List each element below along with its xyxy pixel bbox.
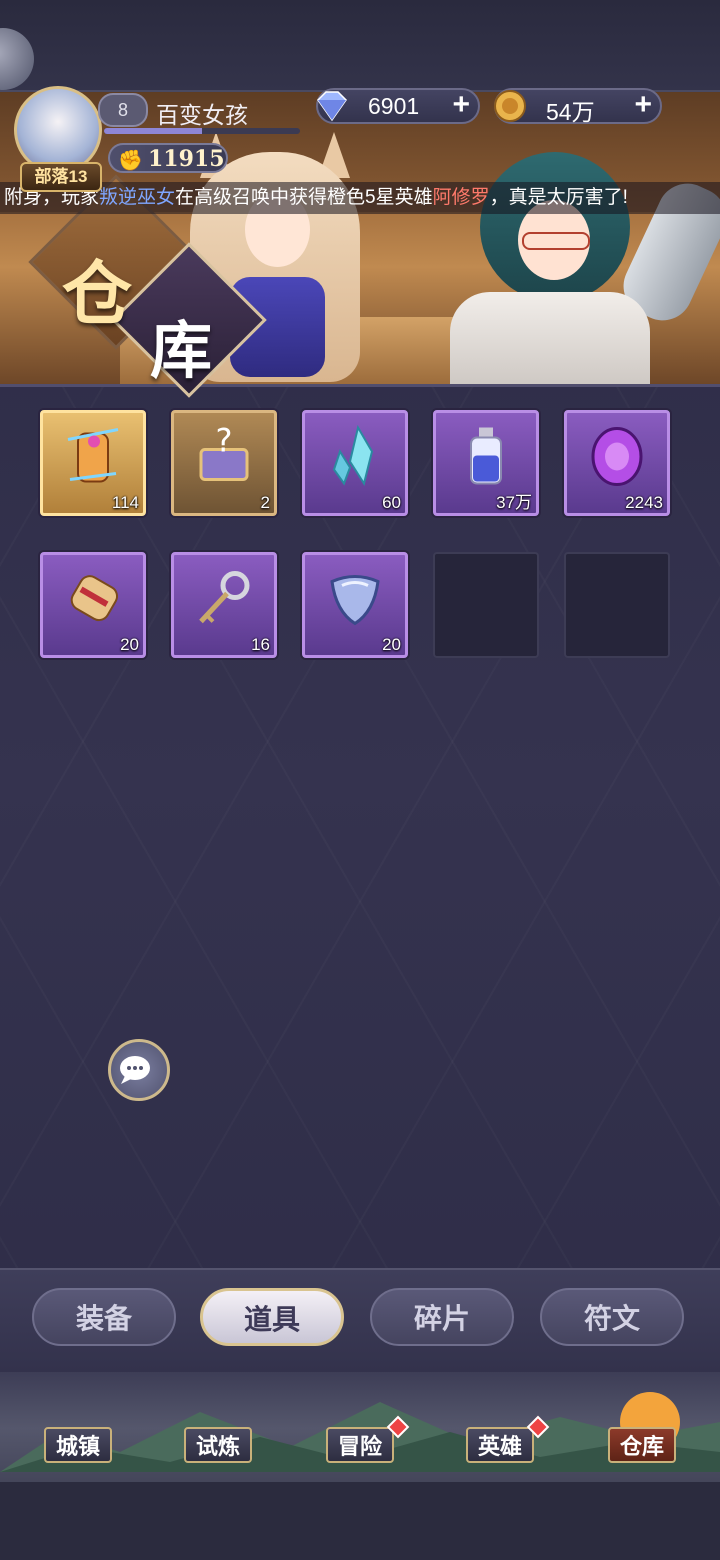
- item-count: 114: [111, 493, 139, 512]
- item-slot-purple-gem[interactable]: 2243: [564, 410, 670, 516]
- bottom-bar: [0, 1482, 720, 1560]
- tab-items[interactable]: 道具: [200, 1288, 344, 1346]
- key-icon: [189, 564, 259, 639]
- item-slot-crystal-shards[interactable]: 60: [302, 410, 408, 516]
- shield-stone-icon: [320, 564, 390, 639]
- marquee-middle: 在高级召唤中获得橙色5星英雄: [175, 187, 433, 208]
- item-slot-summon-scroll-common[interactable]: 20: [40, 552, 146, 658]
- xp-bar-fill: [104, 128, 202, 134]
- top-frame: [0, 0, 720, 92]
- xp-bar: [104, 128, 300, 134]
- item-count: 2: [260, 493, 270, 512]
- nav-adventure[interactable]: 冒险: [326, 1427, 395, 1463]
- nav-heroes[interactable]: 英雄: [466, 1427, 535, 1463]
- chat-bubble-icon: [120, 1056, 150, 1084]
- item-count: 20: [382, 635, 401, 654]
- item-count: 20: [120, 635, 139, 654]
- mystery-chest-icon: ?: [189, 422, 259, 497]
- gold-amount: 54万: [546, 99, 595, 125]
- summon-scroll-legendary-icon: [58, 422, 128, 497]
- gold-currency: 54万 +: [494, 88, 662, 125]
- banner-title-char-2: 库: [150, 314, 213, 387]
- item-count: 37万: [496, 493, 532, 512]
- combat-power-value: 11915: [148, 146, 225, 172]
- empty-item-slot: [564, 552, 670, 658]
- gem-currency: 6901 +: [316, 88, 480, 124]
- tribe-badge[interactable]: 部落13: [20, 162, 102, 192]
- nav-warehouse[interactable]: 仓库: [608, 1427, 677, 1463]
- fist-icon: ✊: [118, 150, 143, 172]
- announcement-marquee: 附身，玩家叛逆巫女在高级召唤中获得橙色5星英雄阿修罗，真是太厉害了!: [0, 182, 720, 214]
- svg-text:?: ?: [216, 422, 233, 460]
- player-avatar[interactable]: [14, 86, 102, 174]
- item-count: 2243: [625, 493, 663, 512]
- nav-town[interactable]: 城镇: [44, 1427, 113, 1463]
- purple-gem-icon: [582, 422, 652, 497]
- tab-fragments[interactable]: 碎片: [370, 1288, 514, 1346]
- item-slot-shield-stone[interactable]: 20: [302, 552, 408, 658]
- banner-title-char-1: 仓: [62, 252, 132, 335]
- item-count: 16: [251, 635, 270, 654]
- player-level: 8: [98, 93, 148, 127]
- item-slot-key[interactable]: 16: [171, 552, 277, 658]
- add-gems-button[interactable]: +: [452, 88, 470, 122]
- item-slot-summon-scroll-legendary[interactable]: 114: [40, 410, 146, 516]
- nav-trial[interactable]: 试炼: [184, 1427, 253, 1463]
- chat-button[interactable]: [108, 1039, 170, 1101]
- marquee-hero: 阿修罗: [432, 187, 490, 208]
- gem-amount: 6901: [368, 93, 420, 119]
- tab-runes[interactable]: 符文: [540, 1288, 684, 1346]
- summon-scroll-common-icon: [58, 564, 128, 639]
- marquee-suffix: ，真是太厉害了!: [489, 187, 628, 208]
- diamond-icon: [317, 91, 347, 122]
- marquee-player: 叛逆巫女: [99, 187, 176, 208]
- combat-power: ✊ 11915: [108, 143, 228, 173]
- crystal-shards-icon: [320, 422, 390, 497]
- empty-item-slot: [433, 552, 539, 658]
- category-tabs: 装备 道具 碎片 符文: [0, 1268, 720, 1372]
- item-slot-exp-potion[interactable]: 37万: [433, 410, 539, 516]
- tab-equipment[interactable]: 装备: [32, 1288, 176, 1346]
- player-name: 百变女孩: [156, 102, 248, 128]
- gold-coin-icon: [494, 90, 526, 122]
- exp-potion-icon: [451, 422, 521, 497]
- add-gold-button[interactable]: +: [634, 88, 652, 122]
- item-count: 60: [382, 493, 401, 512]
- item-slot-mystery-chest[interactable]: ? 2: [171, 410, 277, 516]
